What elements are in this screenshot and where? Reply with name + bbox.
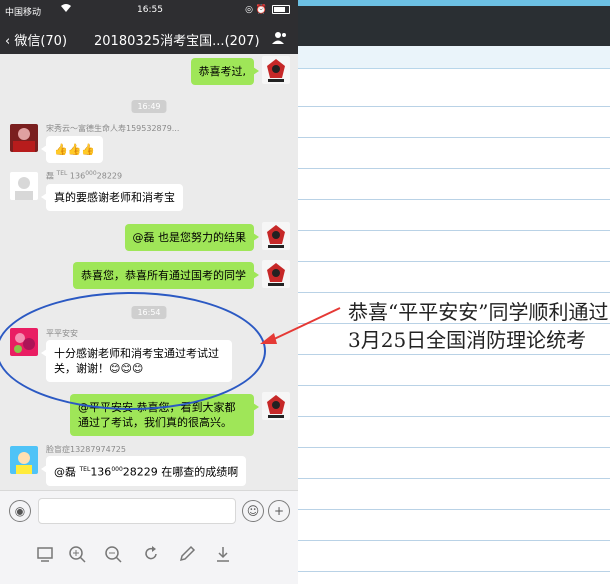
input-bar: ◉ ☺ +	[0, 490, 298, 533]
tel-tag: TEL	[79, 466, 91, 473]
message-sent[interactable]: @平平安安 恭喜您，看到大家都通过了考试，我们真的很高兴。	[70, 394, 259, 436]
avatar-self[interactable]	[262, 392, 290, 420]
status-time: 16:55	[137, 5, 163, 15]
message-text: 在哪查的成绩啊	[161, 465, 239, 479]
message-received[interactable]: 真的要感谢老师和消考宝	[41, 184, 183, 211]
time-separator: 16:49	[131, 100, 167, 113]
avatar-user[interactable]	[10, 172, 38, 200]
chat-title: 20180325消考宝国...(207)	[94, 34, 260, 49]
back-button[interactable]: ‹ 微信(70)	[5, 30, 67, 49]
sender-name-text: 磊	[46, 171, 54, 181]
zoom-out-icon[interactable]	[104, 545, 122, 563]
rotate-icon[interactable]	[142, 545, 160, 563]
bottom-toolbar	[0, 533, 298, 584]
lock-rotation-icon: ◎	[245, 5, 254, 15]
annotation-text: 恭喜“平平安安”同学顺利通过3月25日全国消防理论统考	[348, 300, 609, 352]
chat-navbar: ‹ 微信(70) 20180325消考宝国...(207)	[0, 22, 298, 54]
sender-name: 平平安安	[46, 329, 78, 338]
sender-name: 宋秀云～富德生命人寿159532879...	[46, 124, 180, 133]
avatar-user[interactable]	[10, 446, 38, 474]
message-received[interactable]: 十分感谢老师和消考宝通过考试过关，谢谢！😊😊😊	[41, 340, 232, 382]
sender-tel-tag: TEL	[56, 170, 68, 177]
message-sent[interactable]: 恭喜您，恭喜所有通过国考的同学	[73, 262, 259, 289]
plus-icon[interactable]: +	[268, 500, 290, 522]
avatar-self[interactable]	[262, 260, 290, 288]
sender-phone-part: 28229	[96, 171, 123, 181]
phone-part: 000	[111, 466, 123, 473]
battery-icon	[272, 5, 290, 14]
message-input[interactable]	[38, 498, 236, 524]
avatar-self[interactable]	[262, 222, 290, 250]
avatar-user[interactable]	[10, 124, 38, 152]
mention-text: @磊	[54, 465, 76, 479]
message-received[interactable]: @磊 TEL13600028229 在哪查的成绩啊	[40, 456, 247, 486]
sender-name: 磊 TEL 13600028229	[46, 170, 122, 182]
screen-icon[interactable]	[36, 545, 54, 563]
voice-icon[interactable]: ◉	[9, 500, 31, 522]
avatar-user[interactable]	[10, 328, 38, 356]
chat-area[interactable]: 恭喜考过, 16:49 宋秀云～富德生命人寿159532879... 👍👍👍 磊…	[0, 54, 298, 490]
group-members-icon[interactable]	[272, 30, 288, 46]
phone-part: 28229	[122, 465, 158, 479]
download-icon[interactable]	[214, 545, 232, 563]
wifi-icon	[60, 3, 72, 16]
page-header-bar	[298, 0, 610, 46]
time-separator: 16:54	[131, 306, 167, 319]
message-received[interactable]: 👍👍👍	[40, 136, 104, 163]
status-bar: 中国移动 16:55 ◎ ⏰	[0, 0, 298, 22]
status-right-icons: ◎ ⏰	[245, 5, 290, 15]
sender-phone-part: 000	[85, 170, 97, 177]
sender-phone-part: 136	[69, 171, 86, 181]
message-sent[interactable]: 恭喜考过,	[190, 58, 259, 85]
message-sent[interactable]: @磊 也是您努力的结果	[124, 224, 259, 251]
phone-part: 136	[90, 465, 112, 479]
ruled-background-page	[298, 0, 610, 584]
zoom-in-icon[interactable]	[68, 545, 86, 563]
avatar-self[interactable]	[262, 56, 290, 84]
sender-name: 脸盲症13287974725	[46, 445, 126, 454]
alarm-icon: ⏰	[255, 5, 268, 15]
phone-screenshot: 中国移动 16:55 ◎ ⏰ ‹ 微信(70) 20180325消考宝国...(…	[0, 0, 298, 584]
emoji-icon[interactable]: ☺	[242, 500, 264, 522]
page-subheader-bar	[298, 46, 610, 69]
edit-icon[interactable]	[178, 545, 196, 563]
back-label: 微信(70)	[14, 34, 68, 49]
carrier-label: 中国移动	[5, 8, 42, 18]
